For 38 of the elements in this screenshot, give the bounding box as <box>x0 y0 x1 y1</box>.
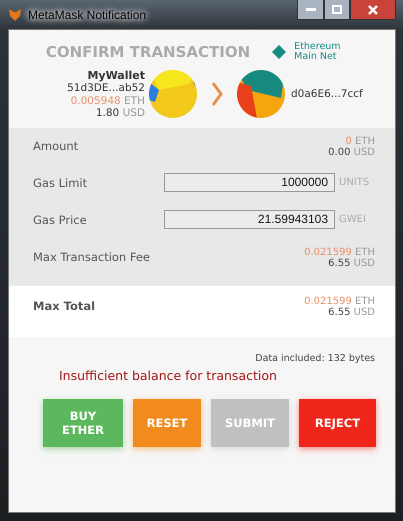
usd-value: 6.55 USD <box>328 258 375 270</box>
action-button[interactable]: REJECT <box>299 398 376 447</box>
data-size-note: Data included: 132 bytes <box>255 352 375 364</box>
unit-label: UNITS <box>339 176 370 188</box>
action-button[interactable]: BUY ETHER <box>43 398 123 447</box>
detail-label: Max Transaction Fee <box>33 248 150 264</box>
identicon-icon <box>149 70 197 118</box>
detail-label: Gas Price <box>33 212 87 227</box>
eth-value: 0.021599 ETH <box>304 296 375 308</box>
window-title: MetaMask Notification <box>28 8 148 22</box>
input-field[interactable]: 21.59943103 <box>164 210 335 229</box>
maximize-icon <box>332 5 342 14</box>
close-button[interactable] <box>350 0 396 20</box>
action-button[interactable]: RESET <box>133 398 201 447</box>
close-icon <box>368 4 378 14</box>
detail-label: Amount <box>33 138 78 153</box>
error-message: Insufficient balance for transaction <box>59 368 278 383</box>
sender-eth-balance: 0.005948 ETH <box>70 94 145 108</box>
chevron-icon <box>209 81 225 108</box>
eth-value: 0.021599 ETH <box>304 246 375 258</box>
total-label: Max Total <box>33 298 96 313</box>
maximize-button[interactable] <box>324 0 350 20</box>
identicon-icon <box>237 70 285 118</box>
input-field[interactable]: 1000000 <box>164 172 335 192</box>
minimize-button[interactable] <box>297 0 324 20</box>
fox-icon <box>8 8 22 22</box>
page-title: CONFIRM TRANSACTION <box>46 42 250 60</box>
usd-value: 6.55 USD <box>328 307 375 319</box>
wallet-name: MyWallet <box>87 69 145 82</box>
detail-label: Gas Limit <box>33 174 88 190</box>
recipient-address: d0a6E6...7ccf <box>291 88 363 100</box>
usd-value: 0.00 USD <box>328 147 375 159</box>
unit-label: GWEI <box>339 214 367 225</box>
sender-address: 51d3DE...ab52 <box>67 82 145 95</box>
eth-value: 0 ETH <box>345 136 375 148</box>
network-label[interactable]: Ethereum Main Net <box>294 42 364 61</box>
minimize-icon <box>306 8 316 12</box>
sender-usd-balance: 1.80 USD <box>96 107 145 120</box>
